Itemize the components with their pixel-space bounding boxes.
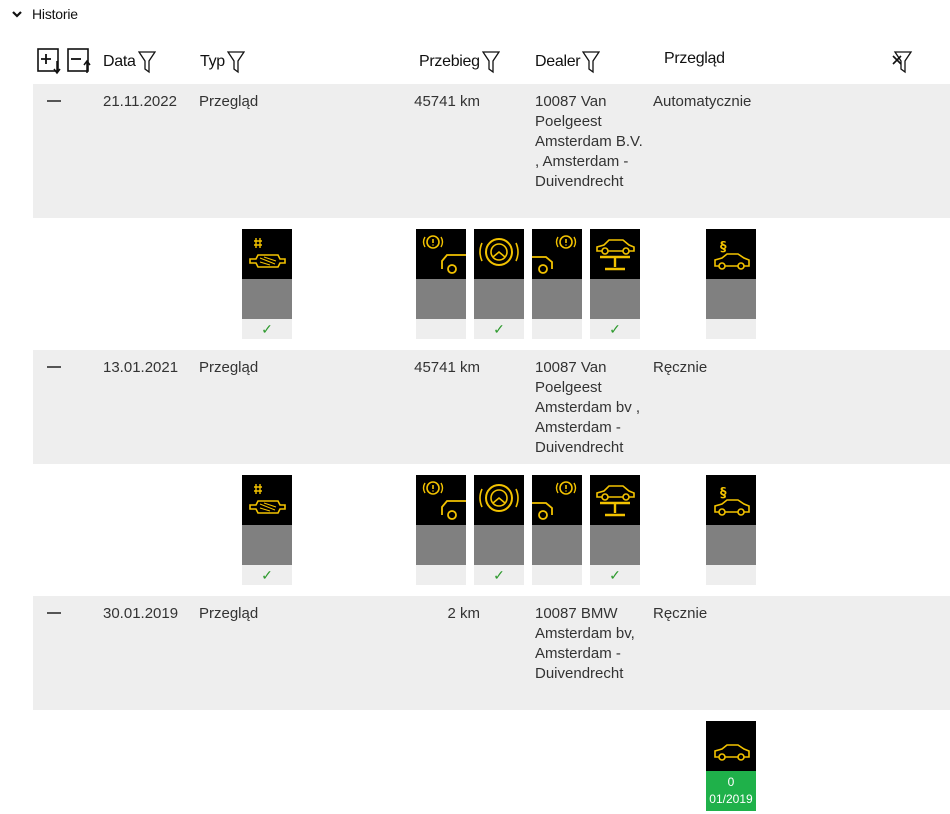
service-tile-rear-brake[interactable] — [532, 475, 582, 585]
service-status — [474, 279, 524, 319]
entry-mileage: 45741 km — [414, 93, 480, 110]
service-status — [590, 525, 640, 565]
filter-icon[interactable] — [137, 50, 156, 74]
column-review: Przegląd — [664, 50, 725, 68]
service-status — [474, 525, 524, 565]
service-status-ok: 0 01/2019 — [706, 771, 756, 811]
service-tile-brake-pads[interactable]: ✓ — [474, 229, 524, 339]
column-type: Typ — [200, 50, 245, 74]
chevron-down-icon — [12, 11, 22, 18]
service-check: ✓ — [474, 565, 524, 585]
collapse-row-icon[interactable] — [47, 612, 61, 614]
particle-filter-icon — [242, 475, 292, 525]
service-check — [416, 319, 466, 339]
svg-text:§: § — [720, 240, 727, 255]
service-check: ✓ — [590, 319, 640, 339]
service-status — [532, 279, 582, 319]
particle-filter-icon — [242, 229, 292, 279]
filter-icon[interactable] — [582, 50, 601, 74]
entry-dealer: 10087 BMW Amsterdam bv, Amsterdam - Duiv… — [535, 605, 635, 682]
entry-dealer: 10087 Van Poelgeest Amsterdam B.V. , Ams… — [535, 93, 643, 190]
column-dealer-label: Dealer — [535, 53, 581, 70]
column-review-label: Przegląd — [664, 50, 725, 67]
service-status — [590, 279, 640, 319]
entry-review: Ręcznie — [653, 605, 708, 622]
entry-dealer: 10087 Van Poelgeest Amsterdam bv , Amste… — [535, 359, 641, 456]
entry-review: Ręcznie — [653, 359, 708, 376]
service-status — [416, 525, 466, 565]
service-tile-particle-filter[interactable]: ✓ — [242, 475, 292, 585]
service-check — [706, 565, 756, 585]
service-status — [416, 279, 466, 319]
section-title: Historie — [32, 6, 78, 22]
entry-date: 30.01.2019 — [103, 605, 179, 622]
entry-mileage: 2 km — [447, 605, 480, 622]
rear-brake-warning-icon — [532, 475, 582, 525]
service-tile-car[interactable]: 0 01/2019 — [706, 721, 756, 811]
column-date: Data — [103, 50, 156, 74]
legal-inspection-icon: § — [706, 475, 756, 525]
service-status — [706, 279, 756, 319]
collapse-row-icon[interactable] — [47, 366, 61, 368]
history-section-toggle[interactable]: Historie — [10, 4, 78, 24]
column-mileage-label: Przebieg — [419, 53, 480, 70]
clear-filter-icon[interactable] — [891, 50, 913, 74]
rear-brake-warning-icon — [532, 229, 582, 279]
column-date-label: Data — [103, 53, 136, 70]
expand-all-icon[interactable] — [37, 47, 63, 75]
table-row: 21.11.2022 Przegląd 45741 km 10087 Van P… — [33, 84, 950, 218]
service-check — [532, 319, 582, 339]
entry-date: 21.11.2022 — [103, 93, 177, 110]
entry-type: Przegląd — [199, 605, 259, 622]
service-tile-car-lift[interactable]: ✓ — [590, 229, 640, 339]
car-lift-icon — [590, 229, 640, 279]
service-check — [416, 565, 466, 585]
service-tile-legal-inspection[interactable]: § — [706, 229, 756, 339]
column-type-label: Typ — [200, 53, 225, 70]
collapse-row-icon[interactable] — [47, 100, 61, 102]
service-status — [532, 525, 582, 565]
entry-type: Przegląd — [199, 93, 259, 110]
table-header: Data Typ Przebieg Dealer Przegląd — [33, 44, 913, 78]
table-row: 30.01.2019 Przegląd 2 km 10087 BMW Amste… — [33, 596, 950, 710]
entry-type: Przegląd — [199, 359, 259, 376]
service-tile-brake-pads[interactable]: ✓ — [474, 475, 524, 585]
brake-pad-icon — [474, 229, 524, 279]
service-check: ✓ — [242, 565, 292, 585]
brake-warning-car-icon — [416, 229, 466, 279]
legal-inspection-icon: § — [706, 229, 756, 279]
service-check: ✓ — [242, 319, 292, 339]
filter-icon[interactable] — [226, 50, 245, 74]
car-lift-icon — [590, 475, 640, 525]
column-dealer: Dealer — [535, 50, 601, 74]
service-check — [706, 319, 756, 339]
service-value: 0 — [727, 775, 735, 789]
svg-text:§: § — [720, 486, 727, 501]
service-status — [242, 279, 292, 319]
service-tile-car-lift[interactable]: ✓ — [590, 475, 640, 585]
service-tile-brake-warning[interactable] — [416, 229, 466, 339]
car-icon — [706, 721, 756, 771]
service-check — [532, 565, 582, 585]
service-check: ✓ — [590, 565, 640, 585]
service-tile-rear-brake[interactable] — [532, 229, 582, 339]
collapse-all-icon[interactable] — [67, 47, 93, 75]
entry-date: 13.01.2021 — [103, 359, 179, 376]
service-tile-brake-warning[interactable] — [416, 475, 466, 585]
service-status — [706, 525, 756, 565]
brake-warning-car-icon — [416, 475, 466, 525]
service-date: 01/2019 — [709, 792, 753, 806]
service-tile-particle-filter[interactable]: ✓ — [242, 229, 292, 339]
service-status — [242, 525, 292, 565]
entry-review: Automatycznie — [653, 93, 752, 110]
brake-pad-icon — [474, 475, 524, 525]
service-tile-legal-inspection[interactable]: § — [706, 475, 756, 585]
filter-icon[interactable] — [481, 50, 500, 74]
entry-mileage: 45741 km — [414, 359, 480, 376]
service-check: ✓ — [474, 319, 524, 339]
column-mileage: Przebieg — [419, 50, 500, 74]
table-row: 13.01.2021 Przegląd 45741 km 10087 Van P… — [33, 350, 950, 464]
